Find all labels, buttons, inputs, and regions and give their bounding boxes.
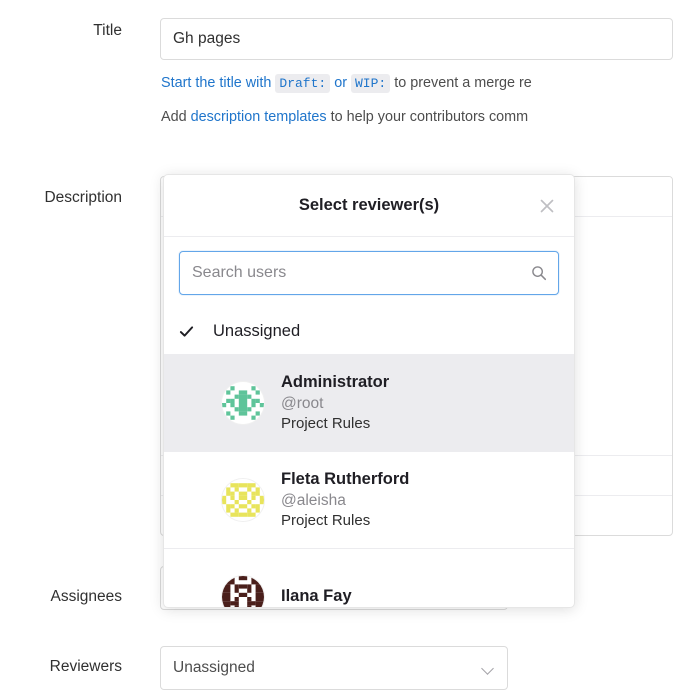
modal-title: Select reviewer(s)	[299, 196, 439, 215]
user-text: Fleta Rutherford @aleisha Project Rules	[281, 469, 409, 531]
help-tail-1: to prevent a merge re	[394, 75, 532, 91]
page-root: Title Start the title with Draft: or WIP…	[0, 0, 673, 700]
search-icon	[531, 265, 547, 281]
help-or-text: or	[334, 75, 347, 91]
reviewers-label: Reviewers	[0, 658, 122, 676]
list-item[interactable]: Ilana Fay	[164, 549, 574, 608]
title-help-line-2: Add description templates to help your c…	[161, 104, 528, 131]
assignees-label: Assignees	[0, 588, 122, 606]
description-label: Description	[0, 189, 122, 207]
search-box[interactable]	[179, 251, 559, 295]
user-name: Ilana Fay	[281, 586, 352, 607]
title-field-wrap	[160, 18, 673, 60]
chevron-down-icon	[482, 662, 495, 675]
help-lead-2: Add	[161, 109, 187, 125]
modal-header: Select reviewer(s)	[164, 175, 574, 237]
search-area	[164, 237, 574, 309]
list-item[interactable]: Administrator @root Project Rules	[164, 355, 574, 452]
wip-code-pill: WIP:	[351, 74, 390, 93]
help-tail-2: to help your contributors comm	[331, 109, 529, 125]
user-handle: @root	[281, 394, 389, 413]
draft-code-pill: Draft:	[275, 74, 330, 93]
avatar	[221, 575, 265, 608]
title-label: Title	[0, 22, 122, 40]
user-meta: Project Rules	[281, 512, 409, 531]
avatar	[221, 478, 265, 522]
description-templates-link[interactable]: description templates	[191, 109, 327, 125]
unassigned-option-label: Unassigned	[213, 322, 300, 341]
user-handle: @aleisha	[281, 491, 409, 510]
close-icon[interactable]	[534, 193, 560, 219]
user-name: Fleta Rutherford	[281, 469, 409, 490]
user-name: Administrator	[281, 372, 389, 393]
unassigned-option-row[interactable]: Unassigned	[164, 309, 574, 355]
title-input[interactable]	[160, 18, 673, 60]
user-meta: Project Rules	[281, 415, 389, 434]
check-icon	[179, 324, 201, 339]
search-input[interactable]	[180, 264, 558, 282]
avatar	[221, 381, 265, 425]
list-item[interactable]: Fleta Rutherford @aleisha Project Rules	[164, 452, 574, 549]
reviewers-selected-value: Unassigned	[173, 659, 482, 677]
user-text: Administrator @root Project Rules	[281, 372, 389, 434]
select-reviewers-modal: Select reviewer(s)	[163, 174, 575, 608]
draft-hint-link[interactable]: Start the title with	[161, 75, 271, 91]
reviewers-select[interactable]: Unassigned	[160, 646, 508, 690]
user-list: Administrator @root Project Rules	[164, 355, 574, 608]
title-help-line-1: Start the title with Draft: or WIP: to p…	[161, 70, 532, 97]
user-text: Ilana Fay	[281, 586, 352, 608]
